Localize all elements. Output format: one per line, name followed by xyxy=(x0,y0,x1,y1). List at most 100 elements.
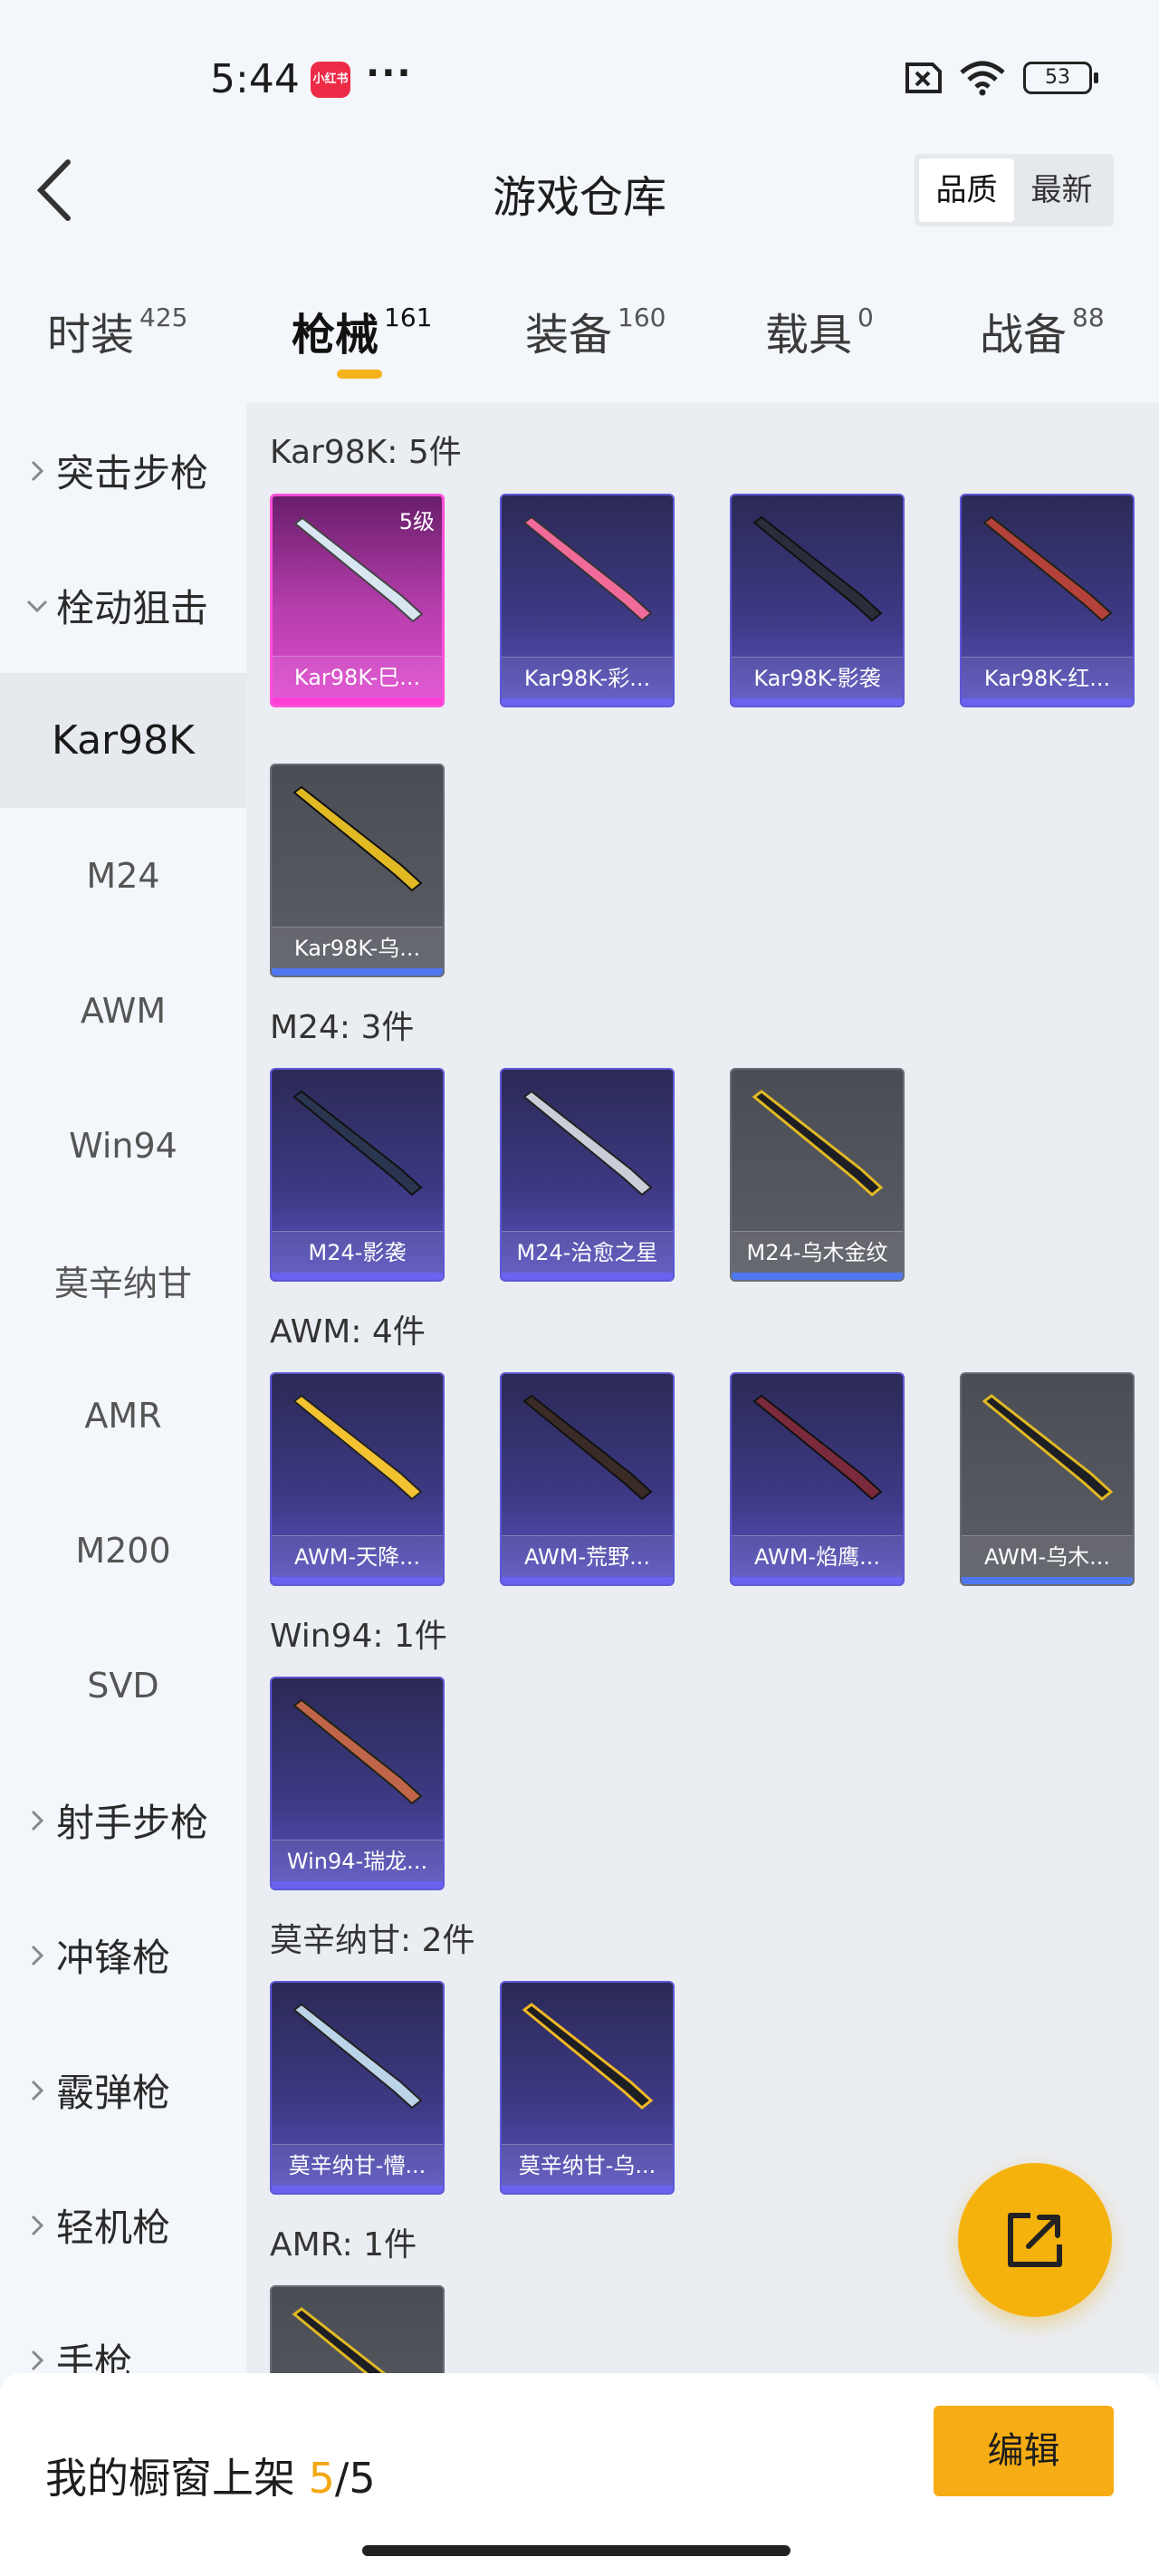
sidebar-group-label: 突击步枪 xyxy=(56,451,209,495)
tab-vehicles[interactable]: 载具 0 xyxy=(765,299,874,362)
sidebar-group-lmg[interactable]: 轻机枪 xyxy=(0,2158,246,2292)
sidebar-group-label: 栓动狙击 xyxy=(56,586,209,630)
skin-card[interactable]: Kar98K-乌... xyxy=(270,764,445,977)
sidebar-group-label: 轻机枪 xyxy=(56,2206,171,2250)
wifi-icon xyxy=(960,61,1005,96)
tab-equipment[interactable]: 装备 160 xyxy=(525,299,666,362)
rarity-bar xyxy=(502,2186,673,2193)
section-header-win94: Win94: 1件 xyxy=(270,1618,447,1655)
skin-card[interactable]: M24-影袭 xyxy=(270,1068,445,1282)
skin-card[interactable]: Win94-瑞龙... xyxy=(270,1677,445,1890)
sidebar-item-label: Kar98K xyxy=(52,717,195,764)
back-button[interactable] xyxy=(27,154,81,226)
sidebar-item-label: AMR xyxy=(84,1395,162,1436)
sidebar-group-label: 霰弹枪 xyxy=(56,2071,171,2115)
skin-card[interactable]: M24-乌木金纹 xyxy=(730,1068,905,1282)
tab-label: 枪械 xyxy=(292,310,379,360)
bottom-bar: 我的橱窗上架 5/5 编辑 xyxy=(0,2373,1159,2576)
skin-name: M24-治愈之星 xyxy=(502,1231,673,1273)
rifle-icon xyxy=(522,2003,654,2110)
skin-card[interactable]: 5级 Kar98K-巳... xyxy=(270,494,445,707)
share-icon xyxy=(1008,2213,1062,2267)
tab-label: 装备 xyxy=(525,310,613,360)
tab-supplies[interactable]: 战备 88 xyxy=(980,299,1105,362)
rarity-bar xyxy=(272,1577,443,1584)
skin-card[interactable]: 莫辛纳甘-乌... xyxy=(500,1981,675,2195)
sidebar-item-m24[interactable]: M24 xyxy=(0,808,246,943)
tab-count: 88 xyxy=(1072,303,1105,332)
share-button[interactable] xyxy=(958,2163,1112,2317)
skin-card[interactable]: M24-治愈之星 xyxy=(500,1068,675,1282)
rifle-icon xyxy=(292,2307,387,2373)
skin-name: Kar98K-巳... xyxy=(273,656,442,697)
skin-name: 莫辛纳甘-乌... xyxy=(502,2144,673,2186)
sidebar-item-awm[interactable]: AWM xyxy=(0,943,246,1078)
rarity-bar xyxy=(272,968,443,976)
tab-count: 425 xyxy=(139,303,188,332)
skin-name: M24-乌木金纹 xyxy=(732,1231,903,1273)
chevron-right-icon xyxy=(24,1810,51,1831)
sidebar-item-win94[interactable]: Win94 xyxy=(0,1078,246,1213)
rarity-bar xyxy=(732,1577,903,1584)
sidebar-group-smg[interactable]: 冲锋枪 xyxy=(0,1888,246,2023)
tab-outfits[interactable]: 时装 425 xyxy=(47,299,187,362)
sort-by-newest[interactable]: 最新 xyxy=(1014,159,1109,222)
sidebar-item-label: M24 xyxy=(86,855,160,896)
home-indicator[interactable] xyxy=(362,2545,790,2556)
sidebar-item-amr[interactable]: AMR xyxy=(0,1348,246,1483)
rarity-bar xyxy=(272,1273,443,1280)
rifle-icon xyxy=(292,1090,423,1197)
chevron-right-icon xyxy=(24,460,51,482)
skin-card[interactable]: AWM-焰鹰... xyxy=(730,1372,905,1586)
category-tabs: 时装 425 枪械 161 装备 160 载具 0 战备 88 xyxy=(0,290,1159,380)
skin-name: AWM-乌木... xyxy=(962,1535,1133,1577)
skin-name: Win94-瑞龙... xyxy=(272,1840,443,1881)
skin-card[interactable]: 莫辛纳甘-懵... xyxy=(270,1981,445,2195)
skin-card[interactable]: AWM-乌木... xyxy=(960,1372,1135,1586)
rarity-bar xyxy=(502,1577,673,1584)
rifle-icon xyxy=(292,1698,423,1805)
sidebar-group-bolt-sniper[interactable]: 栓动狙击 xyxy=(0,538,246,673)
skin-card[interactable]: AWM-荒野... xyxy=(500,1372,675,1586)
tab-label: 战备 xyxy=(980,310,1068,360)
rarity-bar xyxy=(732,1273,903,1280)
sidebar-group-pistol[interactable]: 手枪 xyxy=(0,2292,246,2373)
sort-by-quality[interactable]: 品质 xyxy=(919,159,1014,222)
skin-name: AWM-天降... xyxy=(272,1535,443,1577)
rarity-bar xyxy=(272,1881,443,1889)
sidebar-item-svd[interactable]: SVD xyxy=(0,1618,246,1753)
sidebar-item-kar98k[interactable]: Kar98K xyxy=(0,673,246,808)
skin-name: Kar98K-影袭 xyxy=(732,657,903,698)
sidebar-item-label: M200 xyxy=(75,1530,171,1571)
rifle-icon xyxy=(292,785,423,892)
tab-label: 载具 xyxy=(765,310,853,360)
tab-firearms[interactable]: 枪械 161 xyxy=(292,299,432,362)
skin-card[interactable]: Kar98K-彩... xyxy=(500,494,675,707)
status-time: 5:44 xyxy=(210,56,300,102)
chevron-right-icon xyxy=(24,2080,51,2101)
sim-off-icon xyxy=(905,62,942,93)
sidebar-item-mosin[interactable]: 莫辛纳甘 xyxy=(0,1213,246,1348)
tab-count: 0 xyxy=(857,303,874,332)
skin-card[interactable]: Kar98K-红... xyxy=(960,494,1135,707)
rarity-bar xyxy=(962,698,1133,706)
showcase-total: /5 xyxy=(334,2454,376,2503)
skin-card[interactable]: AWM-天降... xyxy=(270,1372,445,1586)
tab-count: 160 xyxy=(618,303,666,332)
sidebar-group-label: 冲锋枪 xyxy=(56,1936,171,1980)
rarity-bar xyxy=(272,2186,443,2193)
edit-button[interactable]: 编辑 xyxy=(934,2406,1114,2496)
app-notification-icon: 小红书 xyxy=(311,62,350,98)
rifle-icon xyxy=(292,2003,423,2110)
sidebar-group-assault-rifle[interactable]: 突击步枪 xyxy=(0,403,246,538)
sidebar-item-m200[interactable]: M200 xyxy=(0,1483,246,1618)
more-notifications-icon: ··· xyxy=(366,53,413,94)
sidebar-group-shotgun[interactable]: 霰弹枪 xyxy=(0,2023,246,2158)
section-header-mosin: 莫辛纳甘: 2件 xyxy=(270,1922,475,1959)
showcase-status: 我的橱窗上架 5/5 xyxy=(45,2446,376,2505)
skin-name: AWM-荒野... xyxy=(502,1535,673,1577)
skin-name: M24-影袭 xyxy=(272,1231,443,1273)
skin-card[interactable] xyxy=(270,2285,445,2373)
sidebar-group-marksman-rifle[interactable]: 射手步枪 xyxy=(0,1753,246,1888)
skin-card[interactable]: Kar98K-影袭 xyxy=(730,494,905,707)
